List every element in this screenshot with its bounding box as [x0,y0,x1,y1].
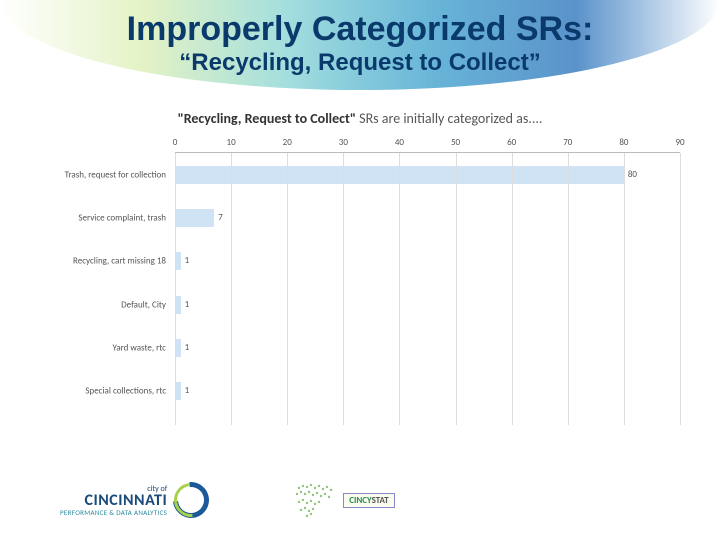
gridline [175,153,176,425]
gridline [399,153,400,425]
cincystat-label: CINCYSTAT [343,493,395,508]
gridline [231,153,232,425]
cincystat-logo: CINCYSTAT [289,480,395,520]
x-tick-label: 40 [395,137,404,148]
cincinnati-logo: city of CINCINNATI PERFORMANCE & DATA AN… [60,482,209,518]
gridline [568,153,569,425]
gridline [512,153,513,425]
bar-value-label: 80 [628,169,637,180]
slide-subtitle: “Recycling, Request to Collect” [0,49,720,77]
bar-value-label: 1 [185,342,190,353]
x-tick-label: 50 [451,137,460,148]
gridline [343,153,344,425]
bar-value-label: 1 [185,255,190,266]
bar-value-label: 1 [185,385,190,396]
bar [175,209,214,227]
chart-title: "Recycling, Request to Collect" SRs are … [30,110,690,127]
x-tick-label: 60 [507,137,516,148]
y-category-label: Special collections, rtc [40,387,170,396]
bar-value-label: 7 [218,212,223,223]
gridline [287,153,288,425]
gridline [624,153,625,425]
gridline [680,153,681,425]
y-category-label: Trash, request for collection [40,170,170,179]
chart-title-suffix: SRs are initially categorized as.... [356,110,542,127]
footer-logos: city of CINCINNATI PERFORMANCE & DATA AN… [60,470,660,530]
cincinnati-c-icon [166,475,217,526]
x-tick-label: 0 [173,137,178,148]
gridline [456,153,457,425]
x-tick-label: 30 [339,137,348,148]
logo-cincinnati-text: CINCINNATI [60,493,167,509]
slide-title: Improperly Categorized SRs: [0,0,720,49]
logo-performance-text: PERFORMANCE & DATA ANALYTICS [60,509,167,516]
y-category-label: Yard waste, rtc [40,343,170,352]
x-tick-label: 80 [619,137,628,148]
chart-plot-area: Trash, request for collection Service com… [40,135,680,425]
y-category-label: Recycling, cart missing 18 [40,257,170,266]
x-tick-label: 70 [563,137,572,148]
bar-value-label: 1 [185,299,190,310]
x-tick-label: 90 [675,137,684,148]
x-tick-label: 10 [227,137,236,148]
cincystat-map-icon [289,480,339,520]
chart-container: "Recycling, Request to Collect" SRs are … [30,110,690,440]
y-category-label: Default, City [40,300,170,309]
chart-title-prefix: "Recycling, Request to Collect" [178,110,356,127]
y-category-label: Service complaint, trash [40,213,170,222]
x-tick-label: 20 [283,137,292,148]
